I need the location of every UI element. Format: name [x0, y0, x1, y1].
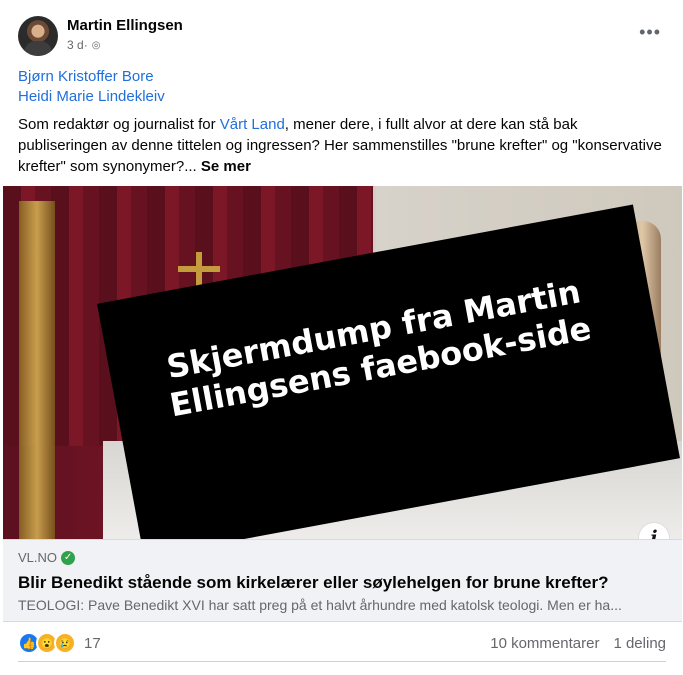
post-header: Martin Ellingsen 3 d · ◎: [18, 16, 183, 56]
post-text: Som redaktør og journalist for Vårt Land…: [18, 114, 666, 177]
author-name[interactable]: Martin Ellingsen: [67, 16, 183, 36]
comments-count[interactable]: 10 kommentarer: [490, 635, 599, 652]
footer-divider: [18, 661, 666, 662]
post-footer: 👍 😮 😢 17 10 kommentarer 1 deling: [18, 630, 666, 656]
sad-reaction-icon: 😢: [54, 632, 76, 654]
link-title[interactable]: Blir Benedikt stående som kirkelærer ell…: [18, 573, 608, 593]
link-preview[interactable]: VL.NO ✓ Blir Benedikt stående som kirkel…: [3, 539, 682, 622]
shares-count[interactable]: 1 deling: [613, 635, 666, 652]
reaction-count: 17: [84, 634, 101, 652]
candlestick: [19, 201, 55, 539]
post-meta: 3 d · ◎: [67, 38, 183, 52]
reaction-summary[interactable]: 👍 😮 😢 17: [18, 632, 101, 654]
post-text-prefix: Som redaktør og journalist for: [18, 116, 220, 133]
tagged-person-link[interactable]: Heidi Marie Lindekleiv: [18, 87, 165, 107]
page-link[interactable]: Vårt Land: [220, 116, 285, 133]
facebook-post-card: Martin Ellingsen 3 d · ◎ ••• Bjørn Krist…: [0, 0, 683, 675]
more-options-icon[interactable]: •••: [639, 22, 661, 43]
meta-separator: ·: [83, 38, 88, 52]
link-domain-row: VL.NO ✓: [18, 550, 76, 565]
post-time[interactable]: 3 d: [67, 38, 84, 52]
public-globe-icon: ◎: [91, 39, 101, 51]
verified-check-icon: ✓: [61, 550, 76, 565]
author-avatar[interactable]: [18, 16, 58, 56]
tagged-person-link[interactable]: Bjørn Kristoffer Bore: [18, 67, 165, 87]
author-info: Martin Ellingsen 3 d · ◎: [67, 16, 183, 52]
engagement-counts: 10 kommentarer 1 deling: [490, 635, 666, 652]
see-more-link[interactable]: Se mer: [201, 158, 251, 175]
tagged-people: Bjørn Kristoffer Bore Heidi Marie Lindek…: [18, 67, 165, 107]
link-description: TEOLOGI: Pave Benedikt XVI har satt preg…: [18, 597, 622, 613]
link-domain: VL.NO: [18, 550, 58, 565]
